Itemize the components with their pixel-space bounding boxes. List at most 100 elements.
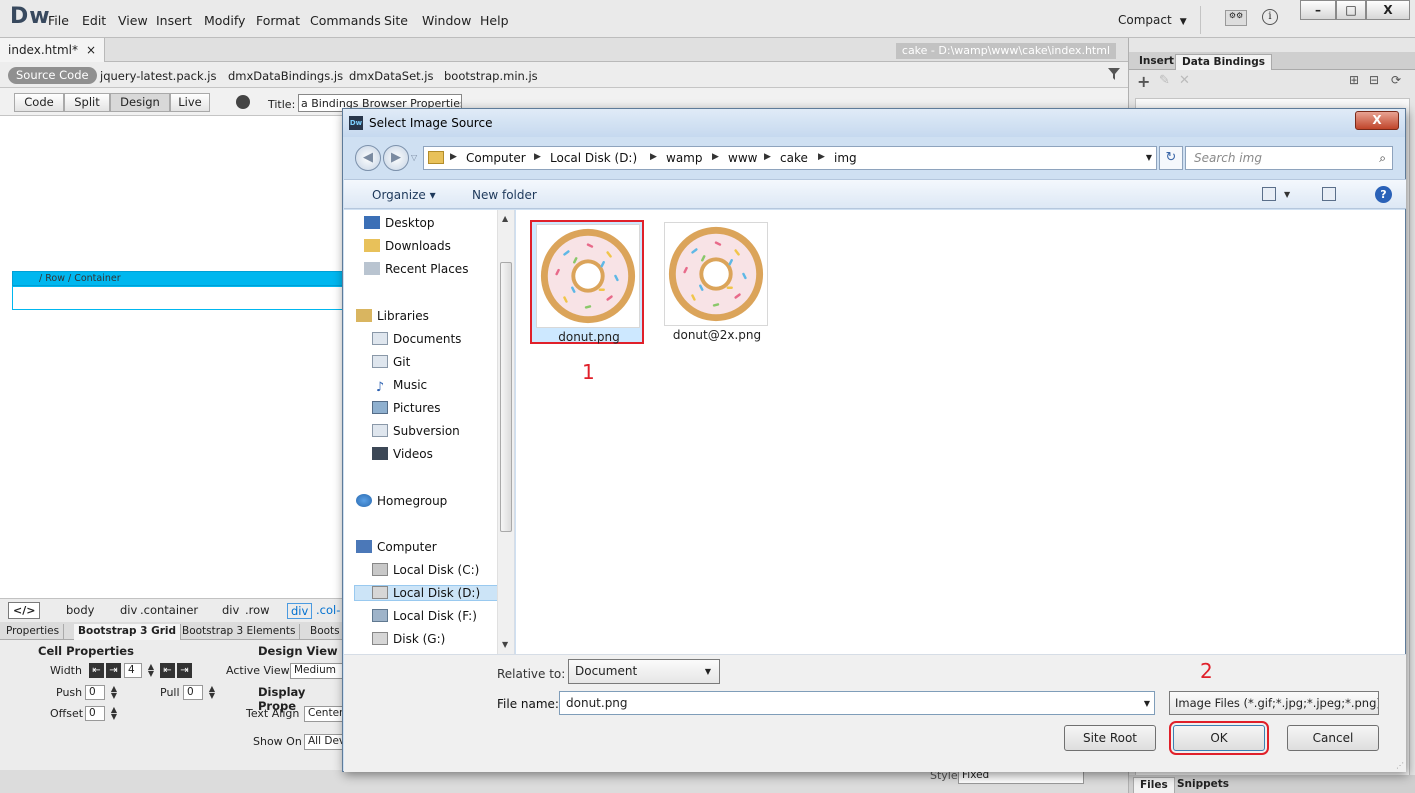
nav-item-desktop[interactable]: Desktop <box>364 216 435 230</box>
sync-settings-icon[interactable]: ⚙⚙ <box>1225 10 1247 26</box>
menu-insert[interactable]: Insert <box>156 13 192 28</box>
new-folder-button[interactable]: New folder <box>472 188 537 202</box>
relative-to-select[interactable]: Document ▼ <box>568 659 720 684</box>
tab-index-html[interactable]: index.html* × <box>0 38 106 62</box>
menu-help[interactable]: Help <box>480 13 509 28</box>
file-name-input[interactable]: donut.png ▼ <box>559 691 1155 715</box>
address-bar[interactable]: ▶ Computer ▶ Local Disk (D:) ▶ wamp ▶ ww… <box>423 146 1157 170</box>
breadcrumb-local-disk-d[interactable]: Local Disk (D:) <box>550 151 637 165</box>
decrease-left-icon[interactable]: ⇤ <box>89 663 104 678</box>
pull-stepper-icon[interactable]: ▲ ▼ <box>206 685 218 700</box>
row-element[interactable] <box>12 286 357 310</box>
tag-div-selected[interactable]: div <box>287 603 313 619</box>
tag-class[interactable]: .row <box>245 603 270 617</box>
menu-format[interactable]: Format <box>256 13 300 28</box>
nav-item-computer[interactable]: Computer <box>356 540 437 554</box>
chevron-down-icon[interactable]: ▼ <box>1284 190 1290 199</box>
tab-snippets[interactable]: Snippets <box>1171 777 1235 793</box>
dialog-close-button[interactable]: X <box>1355 111 1399 130</box>
scrollbar-thumb[interactable] <box>500 262 512 532</box>
minimize-button[interactable]: – <box>1300 0 1336 20</box>
menu-window[interactable]: Window <box>422 13 471 28</box>
nav-item-libraries[interactable]: Libraries <box>356 309 429 323</box>
text-align-select[interactable]: Center <box>304 706 346 722</box>
scroll-up-icon[interactable]: ▲ <box>502 214 508 223</box>
pull-input[interactable]: 0 <box>183 685 203 700</box>
info-icon[interactable]: i <box>1262 9 1278 25</box>
nav-item-drive-g[interactable]: Disk (G:) <box>372 632 445 646</box>
scroll-down-icon[interactable]: ▼ <box>502 640 508 649</box>
tag-body[interactable]: body <box>66 603 94 617</box>
file-item[interactable]: donut.png <box>530 220 644 344</box>
expand-all-icon[interactable]: ⊞ <box>1349 73 1359 87</box>
collapse-all-icon[interactable]: ⊟ <box>1369 73 1379 87</box>
search-icon[interactable]: ⌕ <box>1379 151 1386 166</box>
menu-site[interactable]: Site <box>384 13 408 28</box>
refresh-button[interactable]: ↻ <box>1159 146 1183 170</box>
split-view-button[interactable]: Split <box>64 93 110 112</box>
menu-modify[interactable]: Modify <box>204 13 245 28</box>
nav-scrollbar[interactable]: ▲ ▼ <box>497 210 514 654</box>
help-icon[interactable]: ? <box>1375 186 1392 203</box>
file-item[interactable]: donut@2x.png <box>660 220 774 344</box>
breadcrumb-www[interactable]: www <box>728 151 757 165</box>
tab-properties[interactable]: Properties <box>2 624 65 640</box>
offset-stepper-icon[interactable]: ▲ ▼ <box>108 706 120 721</box>
code-navigator-button[interactable]: </> <box>8 602 41 619</box>
chevron-down-icon[interactable]: ▼ <box>1146 153 1152 162</box>
tab-data-bindings[interactable]: Data Bindings <box>1175 54 1272 70</box>
tab-bootstrap-grid[interactable]: Bootstrap 3 Grid <box>74 624 182 640</box>
nav-item-pictures[interactable]: Pictures <box>372 401 441 415</box>
tab-insert[interactable]: Insert <box>1133 54 1180 70</box>
search-input[interactable]: Search img ⌕ <box>1185 146 1393 170</box>
change-view-icon[interactable] <box>1262 187 1276 201</box>
delete-icon[interactable]: ✕ <box>1179 73 1190 88</box>
nav-item-videos[interactable]: Videos <box>372 447 433 461</box>
nav-item-homegroup[interactable]: Homegroup <box>356 494 447 508</box>
show-on-select[interactable]: All Dev <box>304 734 346 750</box>
tab-bootstrap-more[interactable]: Boots <box>306 624 345 640</box>
back-button[interactable]: ◀ <box>355 145 381 171</box>
nav-item-drive-c[interactable]: Local Disk (C:) <box>372 563 479 577</box>
menu-view[interactable]: View <box>118 13 148 28</box>
width-input[interactable]: 4 <box>124 663 142 678</box>
breadcrumb-wamp[interactable]: wamp <box>666 151 702 165</box>
nav-item-drive-d[interactable]: Local Disk (D:) <box>354 585 502 601</box>
nav-item-documents[interactable]: Documents <box>372 332 461 346</box>
related-file[interactable]: dmxDataBindings.js <box>228 69 343 83</box>
breadcrumb-computer[interactable]: Computer <box>466 151 526 165</box>
code-view-button[interactable]: Code <box>14 93 64 112</box>
breadcrumb-img[interactable]: img <box>834 151 857 165</box>
tag-div[interactable]: div <box>120 603 137 617</box>
menu-edit[interactable]: Edit <box>82 13 106 28</box>
organize-button[interactable]: Organize ▾ <box>372 188 436 202</box>
add-icon[interactable]: + <box>1137 72 1150 91</box>
nav-item-recent-places[interactable]: Recent Places <box>364 262 468 276</box>
related-file[interactable]: dmxDataSet.js <box>349 69 434 83</box>
source-code-button[interactable]: Source Code <box>8 67 97 84</box>
breadcrumb-cake[interactable]: cake <box>780 151 808 165</box>
tag-class[interactable]: .container <box>140 603 198 617</box>
related-file[interactable]: jquery-latest.pack.js <box>100 69 217 83</box>
nav-item-drive-f[interactable]: Local Disk (F:) <box>372 609 477 623</box>
shrink-left-icon[interactable]: ⇤ <box>160 663 175 678</box>
menu-commands[interactable]: Commands <box>310 13 381 28</box>
recent-pages-icon[interactable]: ▽ <box>411 153 417 162</box>
site-root-button[interactable]: Site Root <box>1064 725 1156 751</box>
design-view-button[interactable]: Design <box>110 93 170 112</box>
tag-div[interactable]: div <box>222 603 239 617</box>
preview-pane-icon[interactable] <box>1322 187 1336 201</box>
nav-item-subversion[interactable]: Subversion <box>372 424 460 438</box>
ok-button[interactable]: OK <box>1169 721 1269 755</box>
menu-file[interactable]: File <box>48 13 69 28</box>
maximize-button[interactable]: □ <box>1336 0 1366 20</box>
tab-bootstrap-elements[interactable]: Bootstrap 3 Elements <box>178 624 301 640</box>
filter-icon[interactable] <box>1108 68 1120 80</box>
nav-item-music[interactable]: ♪ Music <box>372 378 427 394</box>
globe-icon[interactable] <box>236 95 250 109</box>
chevron-down-icon[interactable]: ▼ <box>1144 699 1150 708</box>
file-type-select[interactable]: Image Files (*.gif;*.jpg;*.jpeg;*.png) <box>1169 691 1379 715</box>
tab-files[interactable]: Files <box>1133 777 1175 793</box>
resize-grip-icon[interactable]: ⋰ <box>1396 761 1404 770</box>
edit-icon[interactable]: ✎ <box>1159 73 1170 88</box>
